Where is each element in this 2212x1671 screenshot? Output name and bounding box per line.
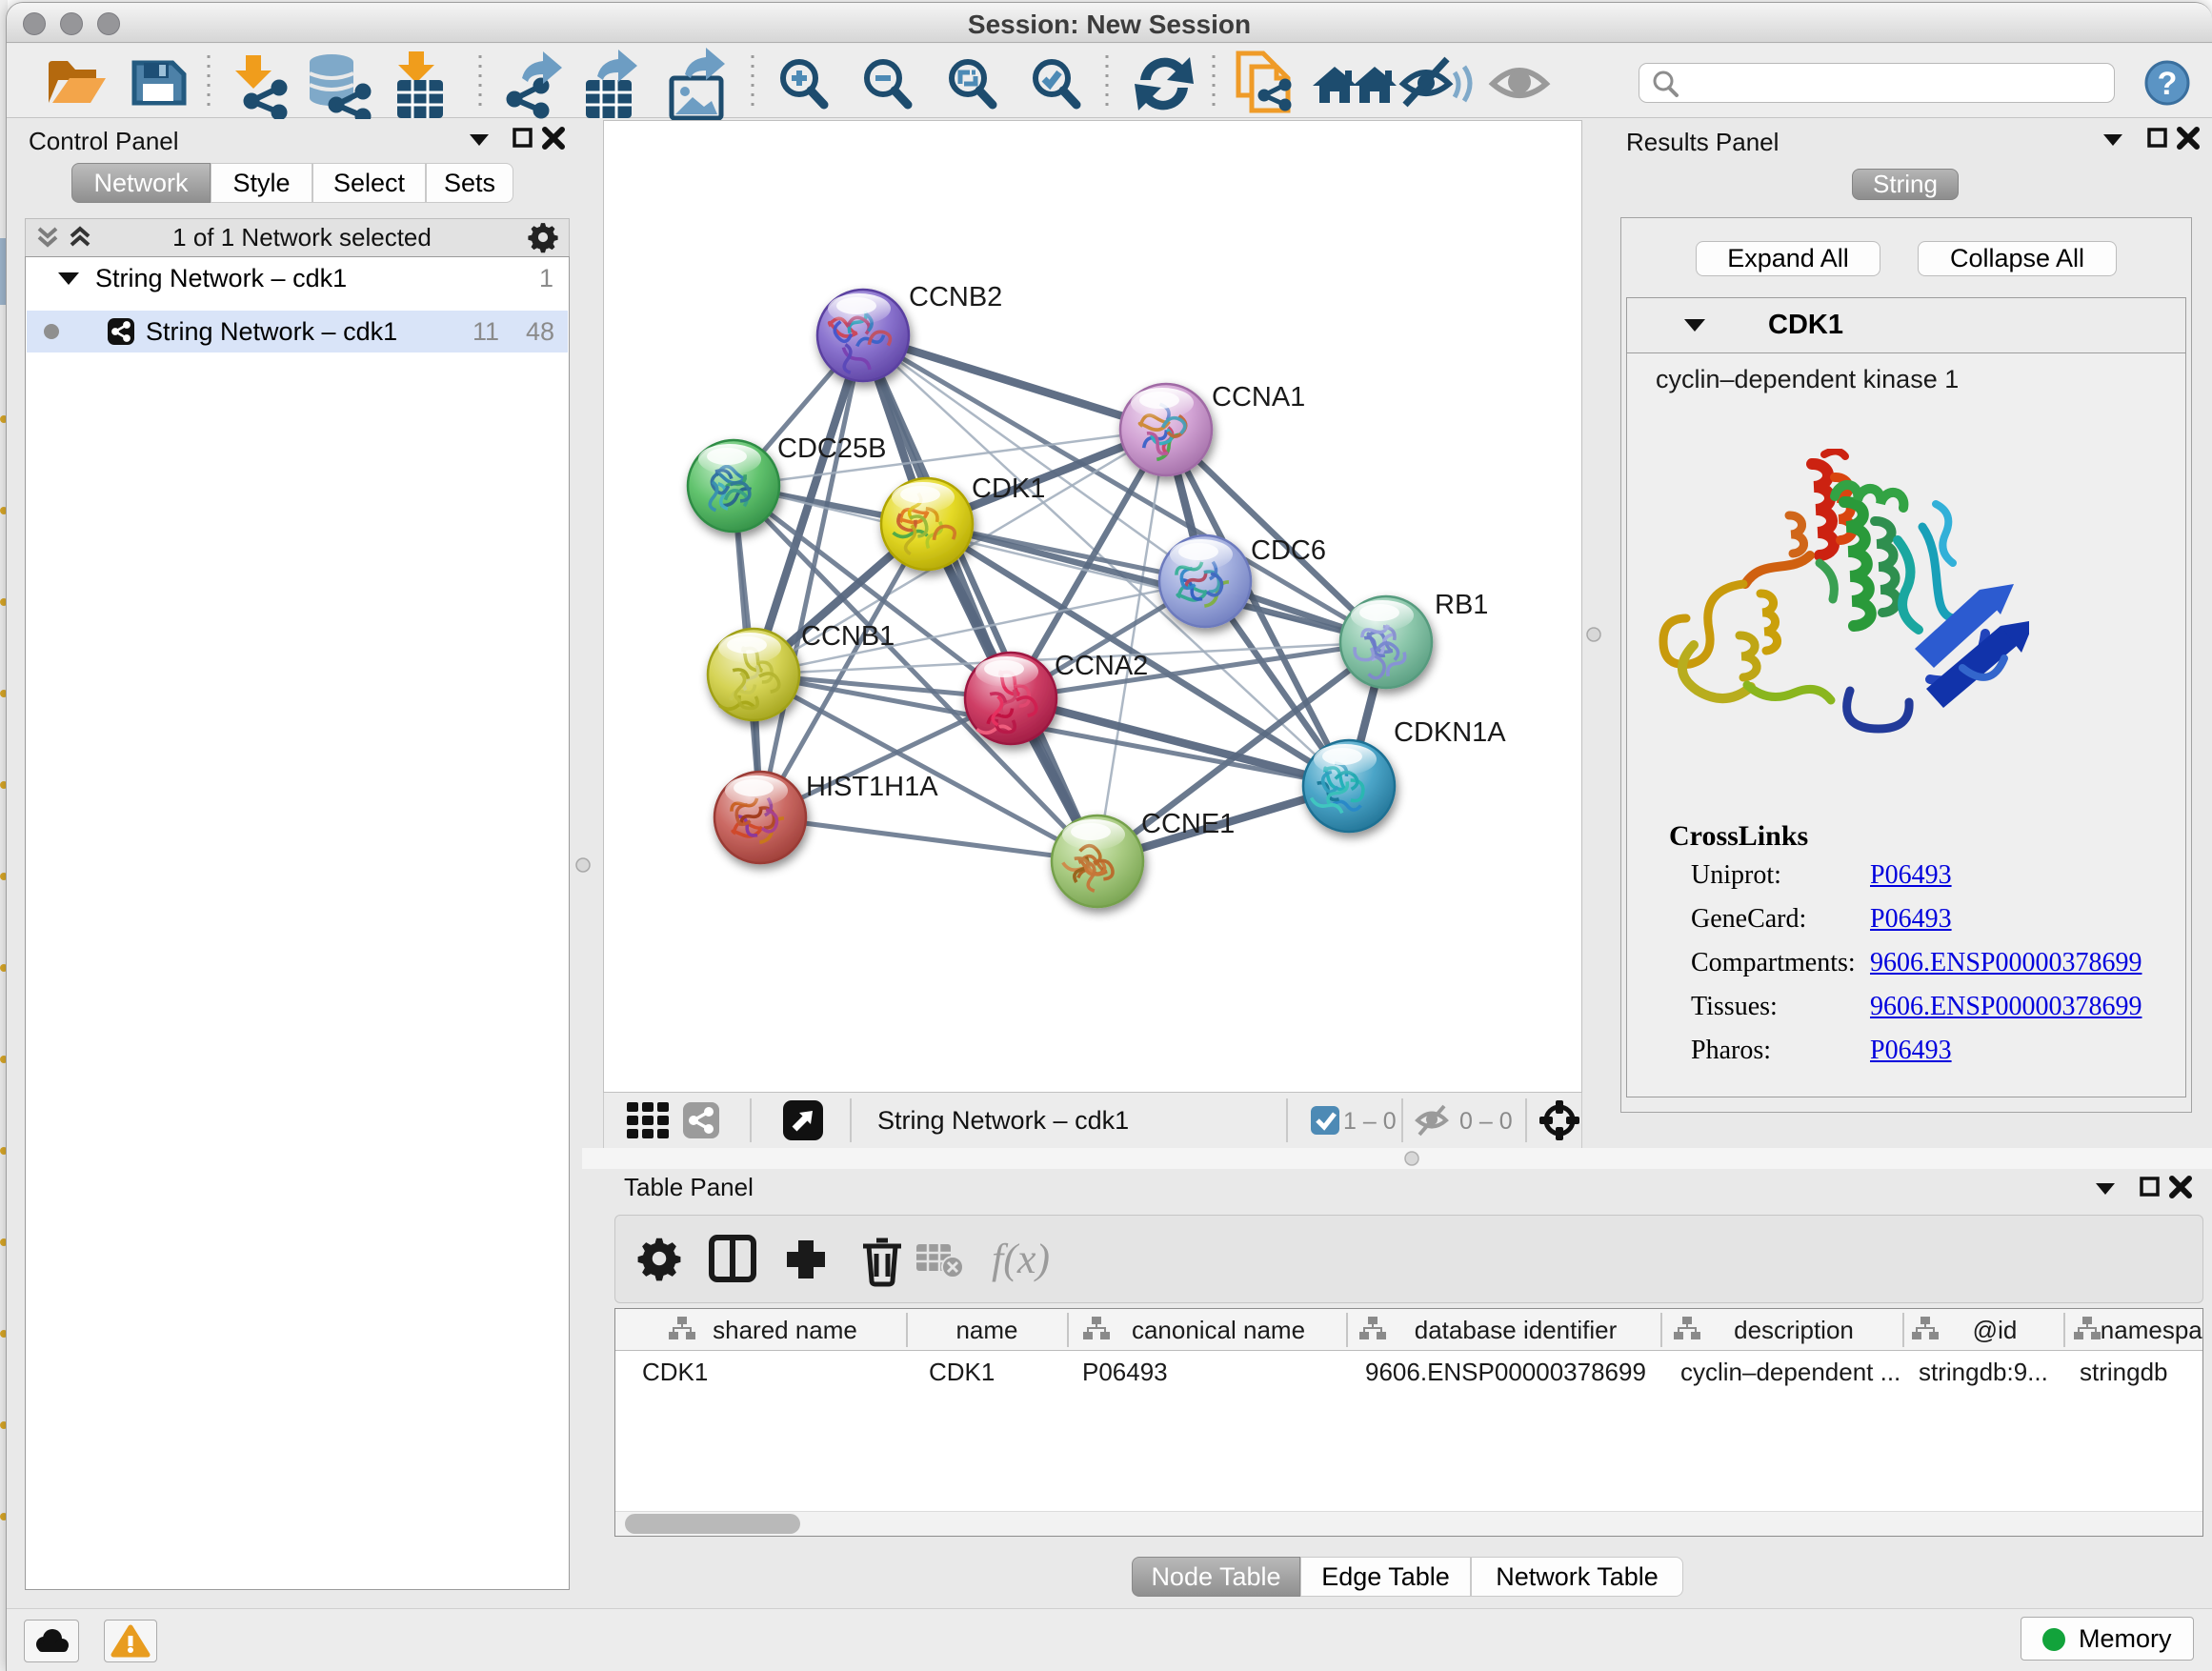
svg-text:?: ? (2158, 66, 2178, 102)
svg-text:CCNE1: CCNE1 (1141, 809, 1235, 839)
svg-text:1 – 0: 1 – 0 (1343, 1108, 1397, 1135)
svg-text:1 of 1 Network selected: 1 of 1 Network selected (172, 223, 432, 252)
svg-text:HIST1H1A: HIST1H1A (806, 772, 938, 802)
svg-text:CDK1: CDK1 (972, 473, 1045, 504)
svg-text:CDC25B: CDC25B (777, 433, 886, 464)
svg-text:@id: @id (1973, 1316, 2018, 1344)
svg-text:CDC6: CDC6 (1251, 535, 1326, 566)
svg-text:CCNB2: CCNB2 (909, 282, 1002, 312)
svg-text:namespace: namespace (2101, 1316, 2202, 1344)
svg-text:CCNA1: CCNA1 (1212, 382, 1305, 413)
svg-text:f(x): f(x) (992, 1236, 1050, 1282)
svg-text:shared name: shared name (713, 1316, 857, 1344)
svg-text:name: name (955, 1316, 1017, 1344)
svg-text:CDKN1A: CDKN1A (1394, 717, 1506, 748)
svg-text:description: description (1734, 1316, 1854, 1344)
svg-text:String Network – cdk1: String Network – cdk1 (877, 1106, 1129, 1135)
svg-text:CCNB1: CCNB1 (801, 621, 895, 652)
svg-text:database identifier: database identifier (1415, 1316, 1618, 1344)
svg-text:0 – 0: 0 – 0 (1459, 1108, 1513, 1135)
svg-text:RB1: RB1 (1435, 590, 1488, 620)
svg-text:CCNA2: CCNA2 (1055, 651, 1148, 681)
svg-text:canonical name: canonical name (1132, 1316, 1305, 1344)
